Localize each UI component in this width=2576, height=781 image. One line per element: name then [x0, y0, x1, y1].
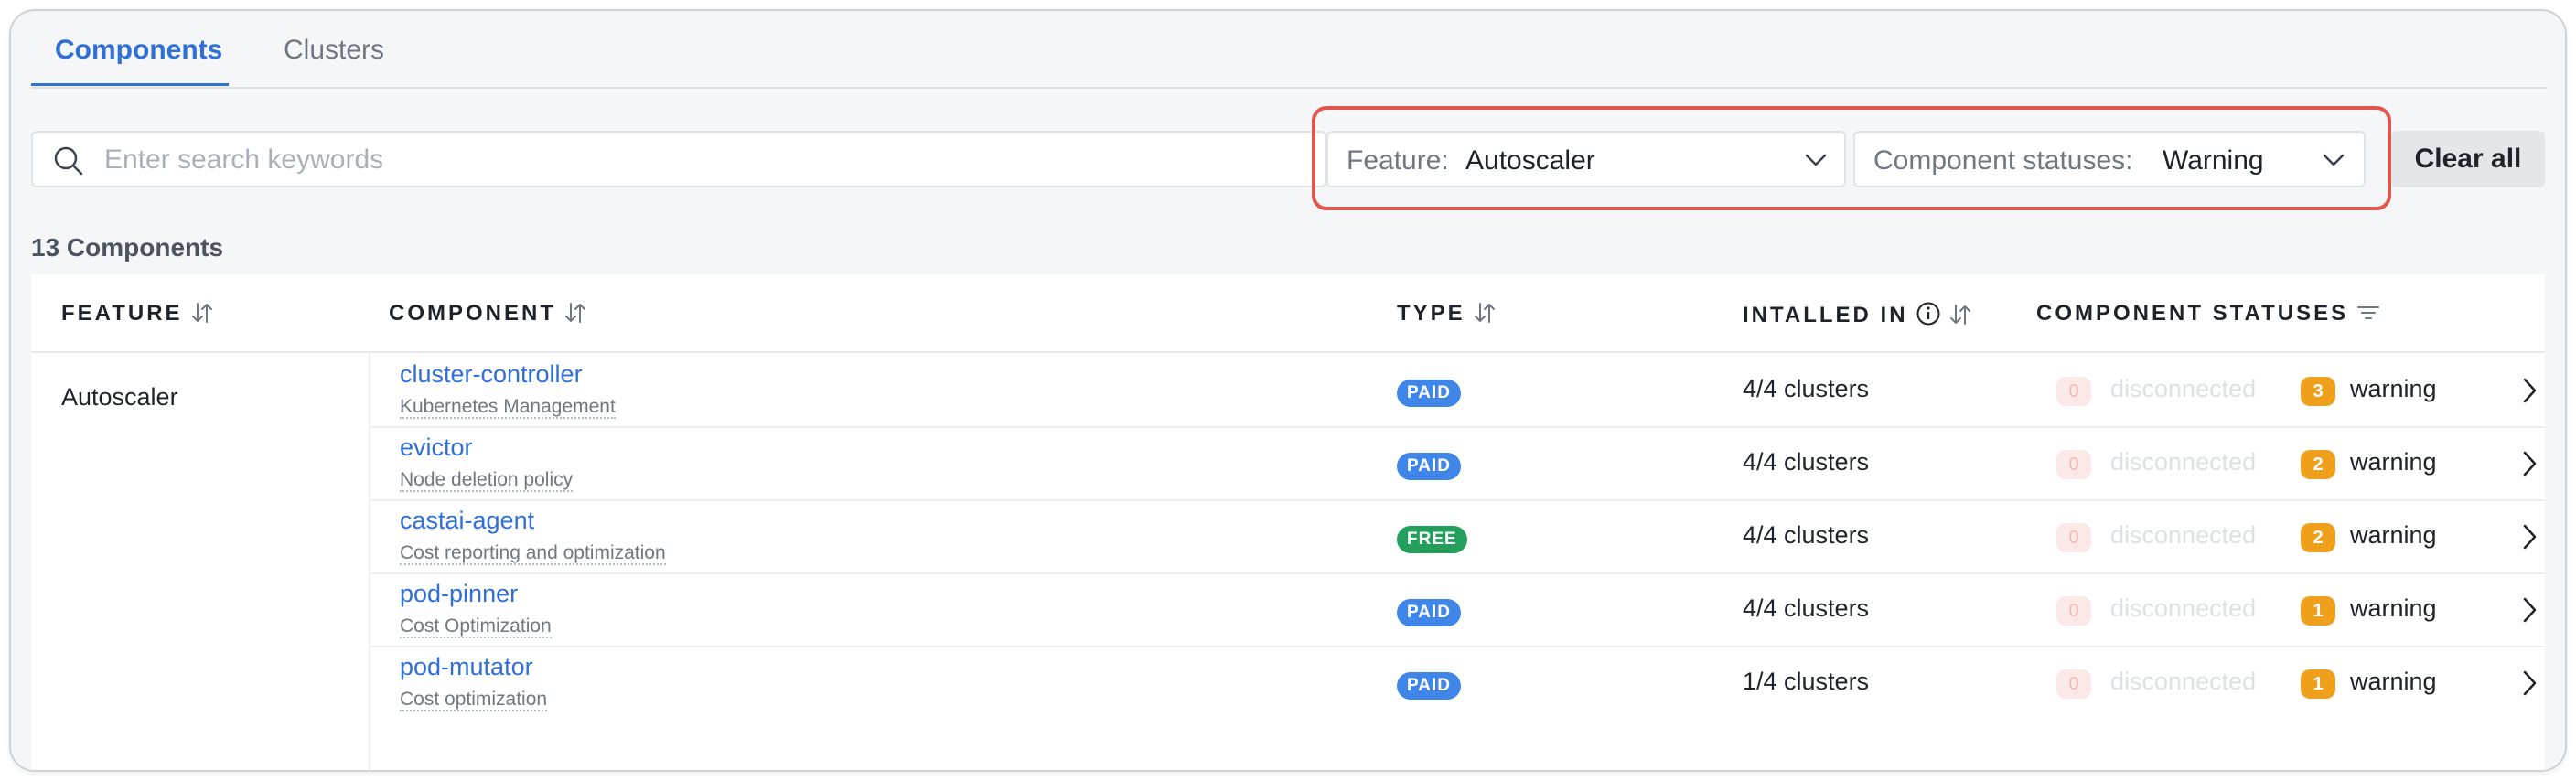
header-installed-label: INTALLED IN	[1743, 303, 1908, 327]
warning-label: warning	[2350, 448, 2437, 476]
tab-bar: Components Clusters	[31, 11, 2547, 89]
header-feature[interactable]: FEATURE	[61, 301, 214, 326]
sort-icon	[1474, 303, 1495, 323]
table-row[interactable]: pod-pinner Cost Optimization PAID 4/4 cl…	[370, 572, 2545, 647]
disconnected-label: disconnected	[2110, 668, 2257, 695]
disconnected-count-badge: 0	[2056, 523, 2091, 552]
chevron-right-icon[interactable]	[2520, 377, 2538, 404]
type-badge: PAID	[1397, 453, 1461, 480]
chevron-right-icon[interactable]	[2520, 450, 2538, 477]
disconnected-count-badge: 0	[2056, 450, 2091, 479]
table-row[interactable]: castai-agent Cost reporting and optimiza…	[370, 499, 2545, 574]
search-box[interactable]	[31, 131, 1326, 187]
component-name-link[interactable]: pod-pinner	[400, 580, 518, 608]
header-component[interactable]: COMPONENT	[389, 301, 587, 326]
component-name-link[interactable]: cluster-controller	[400, 360, 583, 389]
type-badge: FREE	[1397, 526, 1467, 553]
warning-label: warning	[2350, 375, 2437, 402]
disconnected-label: disconnected	[2110, 594, 2257, 622]
component-count: 13 Components	[31, 233, 224, 262]
warning-count-badge: 3	[2301, 377, 2335, 406]
type-badge: PAID	[1397, 672, 1461, 700]
status-filter-label: Component statuses:	[1873, 145, 2133, 176]
tab-clusters[interactable]: Clusters	[284, 35, 384, 66]
disconnected-label: disconnected	[2110, 375, 2257, 402]
type-badge: PAID	[1397, 599, 1461, 626]
active-tab-indicator	[31, 83, 229, 86]
installed-in: 4/4 clusters	[1743, 521, 1870, 549]
installed-in: 4/4 clusters	[1743, 448, 1870, 476]
warning-label: warning	[2350, 521, 2437, 549]
component-description: Kubernetes Management	[400, 396, 616, 419]
chevron-right-icon[interactable]	[2520, 523, 2538, 551]
component-name-link[interactable]: pod-mutator	[400, 653, 533, 681]
type-badge: PAID	[1397, 380, 1461, 407]
installed-in: 1/4 clusters	[1743, 668, 1870, 695]
info-icon[interactable]	[1916, 301, 1941, 326]
feature-filter-dropdown[interactable]: Feature: Autoscaler	[1326, 131, 1846, 187]
sort-icon	[191, 303, 212, 323]
header-type[interactable]: TYPE	[1397, 301, 1497, 326]
sort-icon	[1949, 305, 1970, 325]
chevron-down-icon	[1805, 154, 1827, 166]
clear-all-button[interactable]: Clear all	[2391, 131, 2545, 187]
component-name-link[interactable]: evictor	[400, 433, 473, 462]
table-header: FEATURE COMPONENT TYPE INTALLED IN COMPO…	[31, 274, 2545, 353]
warning-label: warning	[2350, 594, 2437, 622]
status-filter-value: Warning	[2163, 145, 2264, 176]
disconnected-count-badge: 0	[2056, 596, 2091, 626]
components-table: FEATURE COMPONENT TYPE INTALLED IN COMPO…	[31, 274, 2545, 770]
header-statuses[interactable]: COMPONENT STATUSES	[2036, 301, 2381, 326]
header-component-label: COMPONENT	[389, 301, 556, 326]
component-name-link[interactable]: castai-agent	[400, 507, 534, 535]
disconnected-count-badge: 0	[2056, 669, 2091, 699]
table-row[interactable]: pod-mutator Cost optimization PAID 1/4 c…	[370, 646, 2545, 719]
warning-count-badge: 2	[2301, 450, 2335, 479]
tab-components[interactable]: Components	[55, 35, 222, 66]
table-row[interactable]: evictor Node deletion policy PAID 4/4 cl…	[370, 426, 2545, 501]
search-icon	[54, 146, 83, 176]
app-frame: Components Clusters Feature: Autoscaler …	[9, 9, 2567, 772]
feature-cell: Autoscaler	[61, 383, 178, 411]
header-statuses-label: COMPONENT STATUSES	[2036, 301, 2349, 326]
table-row[interactable]: cluster-controller Kubernetes Management…	[370, 353, 2545, 428]
disconnected-label: disconnected	[2110, 448, 2257, 476]
chevron-right-icon[interactable]	[2520, 669, 2538, 697]
installed-in: 4/4 clusters	[1743, 375, 1870, 402]
filter-lines-icon[interactable]	[2356, 301, 2381, 325]
installed-in: 4/4 clusters	[1743, 594, 1870, 622]
chevron-down-icon	[2323, 154, 2345, 166]
warning-count-badge: 1	[2301, 669, 2335, 699]
header-installed[interactable]: INTALLED IN	[1743, 301, 1972, 328]
component-description: Node deletion policy	[400, 469, 574, 492]
warning-label: warning	[2350, 668, 2437, 695]
sort-icon	[565, 303, 585, 323]
feature-filter-label: Feature:	[1347, 145, 1449, 176]
warning-count-badge: 1	[2301, 596, 2335, 626]
component-description: Cost Optimization	[400, 615, 552, 638]
search-input[interactable]	[102, 140, 1295, 180]
feature-filter-value: Autoscaler	[1465, 145, 1595, 176]
disconnected-label: disconnected	[2110, 521, 2257, 549]
component-description: Cost optimization	[400, 689, 548, 711]
disconnected-count-badge: 0	[2056, 377, 2091, 406]
chevron-right-icon[interactable]	[2520, 596, 2538, 624]
component-description: Cost reporting and optimization	[400, 542, 666, 565]
header-feature-label: FEATURE	[61, 301, 183, 326]
warning-count-badge: 2	[2301, 523, 2335, 552]
status-filter-dropdown[interactable]: Component statuses: Warning	[1853, 131, 2366, 187]
header-type-label: TYPE	[1397, 301, 1465, 326]
